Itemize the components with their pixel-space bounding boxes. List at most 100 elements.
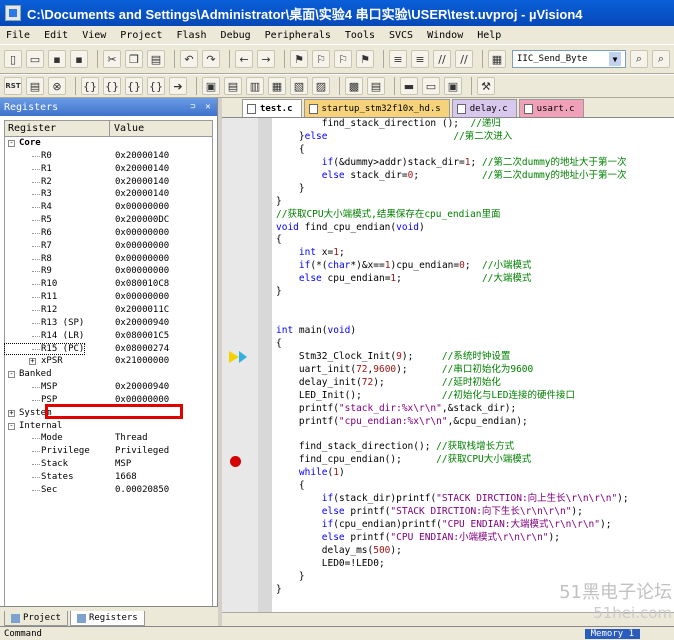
tab-test-c[interactable]: test.c xyxy=(242,99,302,117)
find-icon[interactable]: ⌕ xyxy=(630,50,648,68)
find-in-files-icon[interactable]: ▦ xyxy=(488,50,506,68)
code-line[interactable]: 39 if(*(char*)&x==1)cpu_endian=0; //小端模式 xyxy=(272,260,674,273)
menu-tools[interactable]: Tools xyxy=(345,30,375,41)
registers-window-icon[interactable]: ▦ xyxy=(268,77,286,95)
save-icon[interactable]: ▪ xyxy=(48,50,66,68)
code-line[interactable]: 50 printf("stack_dir:%x\r\n",&stack_dir)… xyxy=(272,403,674,416)
register-row[interactable]: MSP 0x20000940 xyxy=(5,381,212,394)
register-value[interactable]: 0x20000140 xyxy=(115,150,212,163)
code-line[interactable]: 37-{ xyxy=(272,234,674,247)
register-value[interactable]: 0.00020850 xyxy=(115,484,212,497)
register-row[interactable]: R13 (SP) 0x20000940 xyxy=(5,317,212,330)
menu-view[interactable]: View xyxy=(82,30,106,41)
indent-icon[interactable]: ≡ xyxy=(389,50,407,68)
code-line[interactable]: 41} xyxy=(272,286,674,299)
code-line[interactable]: 54 find_cpu_endian(); //获取CPU大小端模式 xyxy=(272,454,674,467)
register-value[interactable]: 0x00000000 xyxy=(115,240,212,253)
watch-window-icon[interactable]: ▨ xyxy=(312,77,330,95)
register-row[interactable]: R0 0x20000140 xyxy=(5,150,212,163)
step-over-icon[interactable]: {} xyxy=(103,77,121,95)
register-value[interactable]: 0x00000000 xyxy=(115,291,212,304)
memory-window-icon[interactable]: ▩ xyxy=(345,77,363,95)
collapse-icon[interactable]: - xyxy=(8,422,15,430)
system-viewer-icon[interactable]: ▣ xyxy=(444,77,462,95)
command-window-icon[interactable]: ▣ xyxy=(202,77,220,95)
redo-icon[interactable]: ↷ xyxy=(202,50,220,68)
register-row[interactable]: R2 0x20000140 xyxy=(5,176,212,189)
analysis-window-icon[interactable]: ▬ xyxy=(400,77,418,95)
register-row[interactable]: R14 (LR) 0x080001C5 xyxy=(5,330,212,343)
register-value[interactable] xyxy=(115,137,212,150)
code-line[interactable]: 57 if(stack_dir)printf("STACK DIRCTION:向… xyxy=(272,493,674,506)
register-row[interactable]: Mode Thread xyxy=(5,432,212,445)
register-value[interactable]: 0x00000000 xyxy=(115,265,212,278)
title-bar[interactable]: C:\Documents and Settings\Administrator\… xyxy=(0,0,674,26)
tab-usart-c[interactable]: usart.c xyxy=(518,99,584,117)
code-line[interactable]: 28 find_stack_direction (); //递归 xyxy=(272,118,674,131)
menu-flash[interactable]: Flash xyxy=(176,30,206,41)
incremental-find-icon[interactable]: ⌕ xyxy=(652,50,670,68)
breakpoint-icon[interactable] xyxy=(230,455,241,467)
register-value[interactable]: 0x200000DC xyxy=(115,214,212,227)
unindent-icon[interactable]: ≡ xyxy=(411,50,429,68)
code-line[interactable]: 43 xyxy=(272,312,674,325)
trace-window-icon[interactable]: ▭ xyxy=(422,77,440,95)
code-line[interactable]: 56- { xyxy=(272,480,674,493)
register-row[interactable]: - Internal xyxy=(5,420,212,433)
register-value[interactable] xyxy=(115,420,212,433)
code-line[interactable]: 55 while(1) xyxy=(272,467,674,480)
code-line[interactable]: 58 else printf("STACK DIRCTION:向下生长\r\n\… xyxy=(272,506,674,519)
register-value[interactable]: MSP xyxy=(115,458,212,471)
call-stack-icon[interactable]: ▧ xyxy=(290,77,308,95)
code-line[interactable]: 61 delay_ms(500); xyxy=(272,545,674,558)
tab-delay-c[interactable]: delay.c xyxy=(451,99,517,117)
code-line[interactable]: 35//获取CPU大小端模式,结果保存在cpu_endian里面 xyxy=(272,209,674,222)
menu-help[interactable]: Help xyxy=(477,30,501,41)
disassembly-window-icon[interactable]: ▤ xyxy=(224,77,242,95)
register-row[interactable]: R15 (PC) 0x08000274 xyxy=(3,342,212,356)
code-line[interactable]: 45-{ xyxy=(272,338,674,351)
code-line[interactable]: 33 } xyxy=(272,183,674,196)
next-bookmark-icon[interactable]: ⚐ xyxy=(334,50,352,68)
bookmark-icon[interactable]: ⚑ xyxy=(290,50,308,68)
register-row[interactable]: + xPSR 0x21000000 xyxy=(5,355,212,368)
code-line[interactable]: 34} xyxy=(272,196,674,209)
tab-registers[interactable]: Registers xyxy=(69,611,145,626)
collapse-icon[interactable]: - xyxy=(8,371,15,379)
symbols-window-icon[interactable]: ▥ xyxy=(246,77,264,95)
step-into-icon[interactable]: {} xyxy=(81,77,99,95)
code-text-area[interactable]: 28 find_stack_direction (); //递归29- }els… xyxy=(272,118,674,612)
code-line[interactable]: 46 Stm32_Clock_Init(9); //系统时钟设置 xyxy=(272,351,674,364)
menu-svcs[interactable]: SVCS xyxy=(389,30,413,41)
register-value[interactable]: 0x20000140 xyxy=(115,188,212,201)
code-line[interactable]: 36void find_cpu_endian(void) xyxy=(272,222,674,235)
copy-icon[interactable]: ❐ xyxy=(125,50,143,68)
register-row[interactable]: R7 0x00000000 xyxy=(5,240,212,253)
register-value[interactable]: 0x00000000 xyxy=(115,253,212,266)
register-value[interactable]: 0x080010C8 xyxy=(115,278,212,291)
open-folder-icon[interactable]: ▭ xyxy=(26,50,44,68)
code-line[interactable]: 51 printf("cpu_endian:%x\r\n",&cpu_endia… xyxy=(272,416,674,429)
menu-file[interactable]: File xyxy=(6,30,30,41)
register-value[interactable]: 0x08000274 xyxy=(115,343,212,356)
register-row[interactable]: R3 0x20000140 xyxy=(5,188,212,201)
undo-icon[interactable]: ↶ xyxy=(180,50,198,68)
register-value[interactable]: 0x20000140 xyxy=(115,176,212,189)
register-value[interactable]: 0x20000940 xyxy=(115,381,212,394)
code-line[interactable]: 31 if(&dummy>addr)stack_dir=1; //第二次dumm… xyxy=(272,157,674,170)
new-file-icon[interactable]: ▯ xyxy=(4,50,22,68)
nav-forward-icon[interactable]: → xyxy=(257,50,275,68)
memory-window-label[interactable]: Memory 1 xyxy=(584,628,640,639)
code-line[interactable]: 62 LED0=!LED0; xyxy=(272,558,674,571)
prev-bookmark-icon[interactable]: ⚐ xyxy=(312,50,330,68)
register-value[interactable]: Thread xyxy=(115,432,212,445)
reset-icon[interactable]: RST xyxy=(4,77,22,95)
column-value[interactable]: Value xyxy=(110,121,212,136)
code-line[interactable]: 38 int x=1; xyxy=(272,247,674,260)
uncomment-icon[interactable]: // xyxy=(455,50,473,68)
code-line[interactable]: 59 if(cpu_endian)printf("CPU ENDIAN:大端模式… xyxy=(272,519,674,532)
stop-icon[interactable]: ⊗ xyxy=(48,77,66,95)
code-line[interactable]: 52 xyxy=(272,429,674,442)
menu-peripherals[interactable]: Peripherals xyxy=(265,30,331,41)
breakpoint-gutter[interactable] xyxy=(222,118,258,612)
